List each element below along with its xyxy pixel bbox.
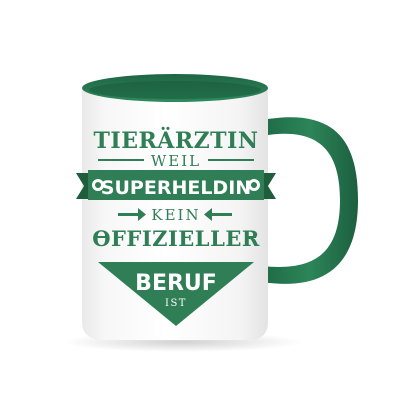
print-line-1: TIERÄRZTIN	[94, 126, 259, 154]
print-line-2: WEIL	[151, 152, 201, 170]
banner-text: SUPERHELDIN	[101, 177, 251, 199]
mug-handle	[262, 117, 358, 284]
print-line-4: OFFIZIELLER	[92, 226, 260, 251]
product-image: TIERÄRZTIN WEIL SUPERHELDIN KEIN OFFIZIE…	[0, 0, 400, 400]
rule-right-1	[208, 159, 254, 161]
triangle-word: BERUF	[135, 271, 217, 296]
rule-left-1	[98, 159, 144, 161]
print-line-3: KEIN	[151, 206, 200, 224]
mug: TIERÄRZTIN WEIL SUPERHELDIN KEIN OFFIZIE…	[62, 74, 358, 352]
triangle-sub: IST	[165, 298, 187, 309]
